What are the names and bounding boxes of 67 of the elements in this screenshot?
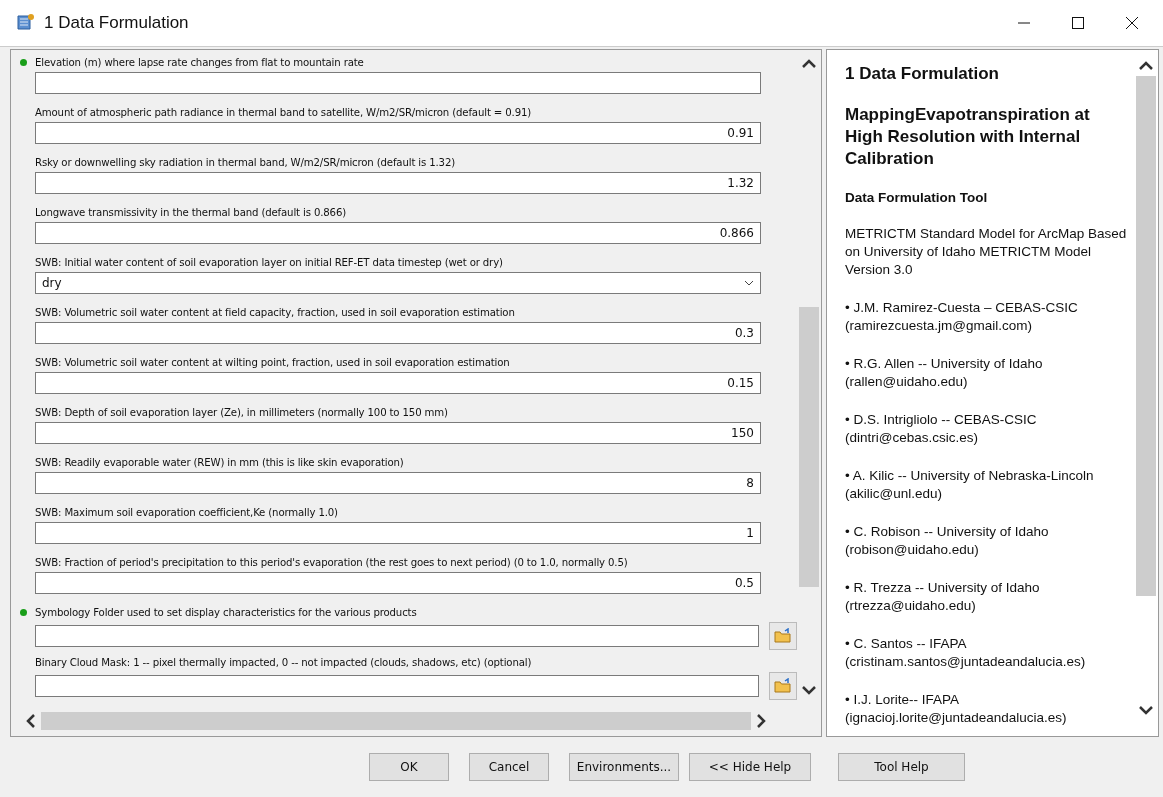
input-field[interactable]: 1.32	[35, 172, 761, 194]
parameter-label: Elevation (m) where lapse rate changes from flat to mountain rate	[35, 56, 364, 69]
scroll-left-icon[interactable]	[25, 713, 37, 729]
author-name: • R.G. Allen -- University of Idaho	[845, 355, 1044, 373]
input-field[interactable]: 8	[35, 472, 761, 494]
author-name: • A. Kilic -- University of Nebraska-Lincoln	[845, 467, 1095, 485]
scroll-down-icon[interactable]	[1138, 704, 1154, 716]
help-subheading: Data Formulation Tool	[845, 190, 989, 205]
author-name: • I.J. Lorite-- IFAPA	[845, 691, 960, 709]
author-name: • C. Robison -- University of Idaho	[845, 523, 1050, 541]
dialog-button[interactable]: OK	[369, 753, 449, 781]
author-name: • C. Santos -- IFAPA	[845, 635, 968, 653]
parameter-label: Longwave transmissivity in the thermal band (default is 0.866)	[35, 206, 347, 219]
help-description: METRICTM Standard Model for ArcMap Based on University of Idaho METRICTM Model Version 3.0	[845, 225, 1128, 279]
dialog-button[interactable]: Tool Help	[838, 753, 965, 781]
input-field[interactable]: 0.91	[35, 122, 761, 144]
parameter-label: SWB: Readily evaporable water (REW) in mm (this is like skin evaporation)	[35, 456, 404, 469]
parameter-label: Amount of atmospheric path radiance in thermal band to satellite, W/m2/SR/micron (default = 0.91)	[35, 106, 532, 119]
author-email: (ramirezcuesta.jm@gmail.com)	[845, 317, 1033, 335]
author-email: (akilic@unl.edu)	[845, 485, 943, 503]
input-field[interactable]	[35, 625, 759, 647]
parameter-label: SWB: Volumetric soil water content at wilting point, fraction, used in soil evaporation estimation	[35, 356, 510, 369]
scrollbar-thumb[interactable]	[799, 307, 819, 587]
parameter-label: SWB: Fraction of period's precipitation to this period's evaporation (the rest goes to next period) (0 to 1.0, normally 0.5)	[35, 556, 628, 569]
author-email: (cristinam.santos@juntadeandalucia.es)	[845, 653, 1087, 671]
chevron-down-icon	[744, 280, 754, 286]
scroll-down-icon[interactable]	[801, 684, 817, 696]
maximize-icon[interactable]	[1071, 16, 1085, 30]
parameter-label: SWB: Volumetric soil water content at field capacity, fraction, used in soil evaporation estimation	[35, 306, 515, 319]
input-field[interactable]: 0.15	[35, 372, 761, 394]
horizontal-scrollbar[interactable]	[41, 712, 751, 730]
input-field[interactable]: 1	[35, 522, 761, 544]
window-title: 1 Data Formulation	[44, 13, 189, 33]
author-email: (robison@uidaho.edu)	[845, 541, 980, 559]
dialog-button[interactable]: Environments...	[569, 753, 679, 781]
author-name: • D.S. Intrigliolo -- CEBAS-CSIC	[845, 411, 1038, 429]
scroll-up-icon[interactable]	[1138, 60, 1154, 72]
help-heading: MappingEvapotranspiration at High Resolution with Internal Calibration	[845, 104, 1091, 170]
author-email: (dintri@cebas.csic.es)	[845, 429, 979, 447]
input-field[interactable]: 0.866	[35, 222, 761, 244]
close-icon[interactable]	[1125, 16, 1139, 30]
author-name: • J.M. Ramirez-Cuesta – CEBAS-CSIC	[845, 299, 1079, 317]
input-field[interactable]	[35, 675, 759, 697]
dialog-button[interactable]: << Hide Help	[689, 753, 811, 781]
input-field[interactable]: 0.5	[35, 572, 761, 594]
parameter-label: SWB: Maximum soil evaporation coefficient,Ke (normally 1.0)	[35, 506, 338, 519]
folder-icon	[774, 628, 792, 644]
author-email: (ignacioj.lorite@juntadeandalucia.es)	[845, 709, 1068, 727]
parameter-label: Binary Cloud Mask: 1 -- pixel thermally impacted, 0 -- not impacted (clouds, shadows, etc) (optional)	[35, 656, 532, 669]
input-field[interactable]	[35, 72, 761, 94]
parameter-label: SWB: Initial water content of soil evaporation layer on initial REF-ET data timestep (wet or dry)	[35, 256, 503, 269]
folder-icon	[774, 678, 792, 694]
parameter-label: Symbology Folder used to set display characteristics for the various products	[35, 606, 417, 619]
scrollbar-thumb[interactable]	[1136, 76, 1156, 596]
dropdown-field[interactable]: dry	[35, 272, 761, 294]
parameter-label: SWB: Depth of soil evaporation layer (Ze), in millimeters (normally 100 to 150 mm)	[35, 406, 448, 419]
input-field[interactable]: 150	[35, 422, 761, 444]
scroll-right-icon[interactable]	[755, 713, 767, 729]
author-name: • R. Trezza -- University of Idaho	[845, 579, 1041, 597]
input-field[interactable]: 0.3	[35, 322, 761, 344]
author-email: (rtrezza@uidaho.edu)	[845, 597, 977, 615]
author-email: (rallen@uidaho.edu)	[845, 373, 969, 391]
browse-button[interactable]	[769, 622, 797, 650]
parameter-label: Rsky or downwelling sky radiation in thermal band, W/m2/SR/micron (default is 1.32)	[35, 156, 456, 169]
dialog-button[interactable]: Cancel	[469, 753, 549, 781]
help-title: 1 Data Formulation	[845, 64, 1000, 84]
scroll-up-icon[interactable]	[801, 58, 817, 70]
